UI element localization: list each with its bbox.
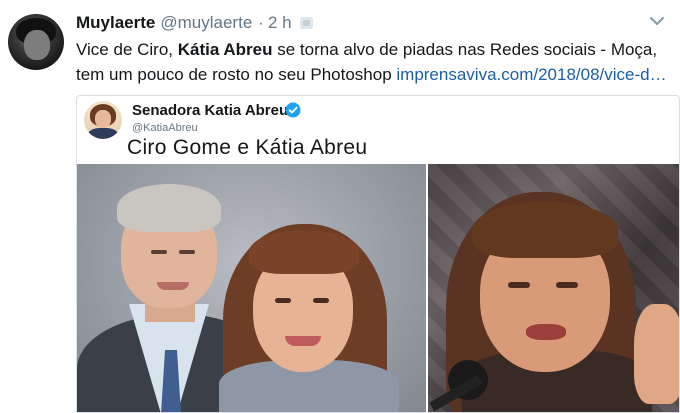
- tweet-text-part1: Vice de Ciro,: [76, 40, 178, 59]
- tweet-time[interactable]: 2 h: [268, 13, 292, 33]
- tweet-text: Vice de Ciro, Kátia Abreu se torna alvo …: [76, 37, 676, 87]
- photo-ciro-katia[interactable]: [77, 164, 426, 412]
- chevron-down-icon[interactable]: [648, 12, 666, 30]
- tweet-text-bold: Kátia Abreu: [177, 40, 273, 59]
- separator-dot: ·: [258, 13, 264, 32]
- photo-area: [77, 164, 679, 412]
- photo-katia-speaking[interactable]: [428, 164, 679, 412]
- embedded-author-avatar[interactable]: [84, 101, 122, 139]
- tweet-link[interactable]: imprensaviva.com/2018/08/vice-d…: [396, 65, 666, 84]
- embedded-author-name[interactable]: Senadora Katia Abreu: [132, 102, 288, 119]
- tweet-header: Muylaerte @muylaerte · 2 h: [76, 12, 670, 34]
- embedded-media-card[interactable]: Senadora Katia Abreu @KatiaAbreu Ciro Go…: [76, 95, 680, 413]
- author-avatar[interactable]: [8, 14, 64, 70]
- author-name[interactable]: Muylaerte: [76, 13, 155, 33]
- embedded-author-handle[interactable]: @KatiaAbreu: [132, 122, 198, 134]
- embedded-title: Ciro Gome e Kátia Abreu: [127, 136, 368, 159]
- verified-badge-icon: [285, 102, 301, 118]
- media-icon: [299, 17, 313, 29]
- author-handle[interactable]: @muylaerte: [160, 13, 252, 33]
